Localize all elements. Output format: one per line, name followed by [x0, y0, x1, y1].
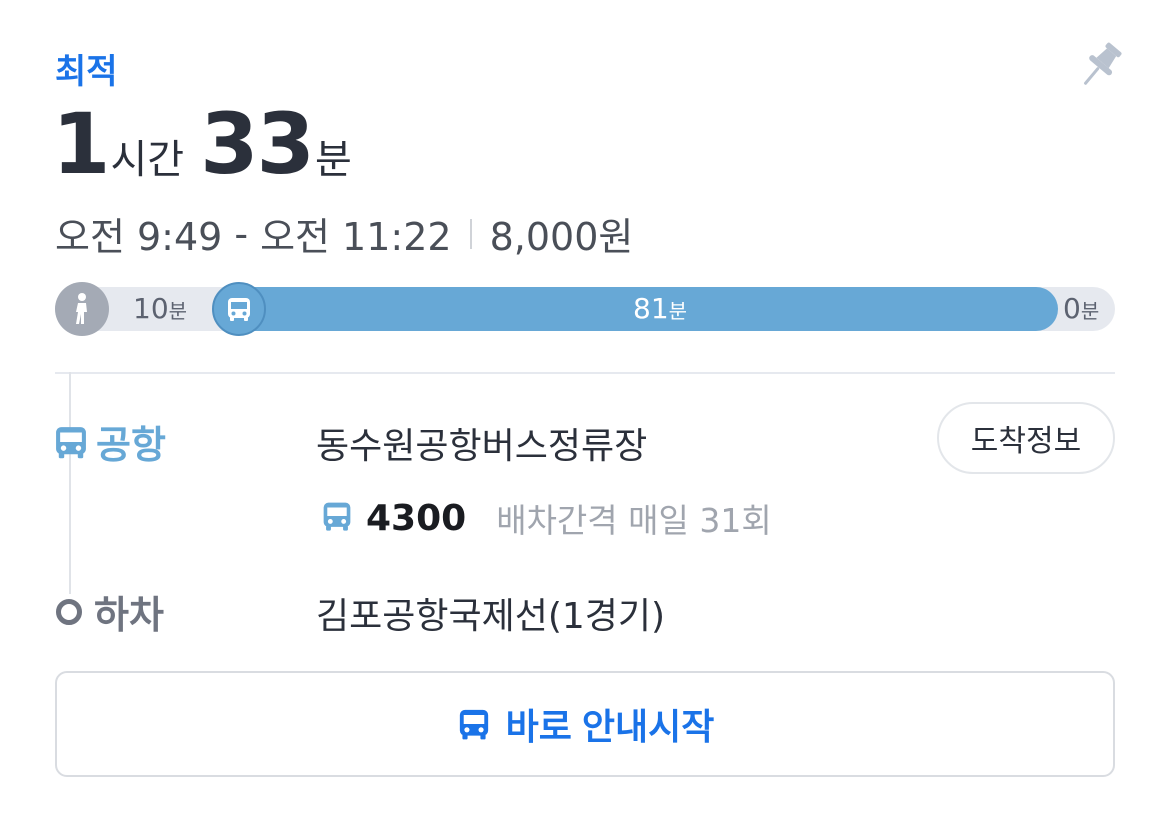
arrive-time: 오전 11:22 — [260, 215, 452, 259]
start-navigation-label: 바로 안내시작 — [505, 706, 715, 747]
fare: 8,000원 — [489, 215, 634, 259]
best-route-tag: 최적 — [55, 52, 118, 92]
alight-stop-name[interactable]: 김포공항국제선(1경기) — [316, 587, 665, 639]
duration-minutes: 33 — [200, 95, 315, 193]
walk-icon — [55, 282, 109, 336]
duration-hours-unit: 시간 — [110, 137, 185, 183]
divider — [469, 218, 472, 249]
bus-icon — [212, 282, 266, 336]
time-separator: - — [234, 211, 249, 256]
duration-minutes-unit: 분 — [314, 137, 352, 183]
bus-icon — [52, 423, 90, 461]
alight-type: 하차 — [52, 584, 164, 639]
bus-route[interactable]: 4300 배차간격 매일 31회 — [320, 494, 772, 542]
final-duration: 0분 — [1063, 292, 1100, 325]
pin-icon[interactable] — [1074, 38, 1126, 94]
bus-icon — [320, 499, 354, 537]
time-range: 오전 9:49 - 오전 11:22 8,000원 — [55, 206, 633, 261]
stop-marker-icon — [56, 598, 82, 625]
board-type-label: 공항 — [96, 423, 166, 467]
walk-duration: 10분 — [133, 292, 188, 325]
segment-bar: 10분 81분 0분 — [55, 282, 1115, 336]
divider — [55, 372, 1115, 374]
duration-hours: 1 — [52, 95, 110, 193]
total-duration: 1 시간 33 분 — [52, 102, 352, 186]
board-type: 공항 — [52, 414, 166, 469]
bus-icon — [456, 706, 492, 742]
depart-time: 오전 9:49 — [55, 215, 223, 259]
start-navigation-button[interactable]: 바로 안내시작 — [55, 671, 1115, 777]
alight-type-label: 하차 — [94, 593, 164, 637]
route-number: 4300 — [366, 497, 467, 539]
route-card[interactable]: 최적 1 시간 33 분 오전 9:49 - 오전 11:22 8,000원 1… — [0, 0, 1170, 814]
board-stop-name[interactable]: 동수원공항버스정류장 — [316, 417, 647, 469]
arrival-info-button[interactable]: 도착정보 — [937, 402, 1115, 474]
route-frequency: 배차간격 매일 31회 — [496, 501, 772, 540]
route-line — [69, 372, 71, 594]
bus-duration: 81분 — [633, 292, 688, 325]
